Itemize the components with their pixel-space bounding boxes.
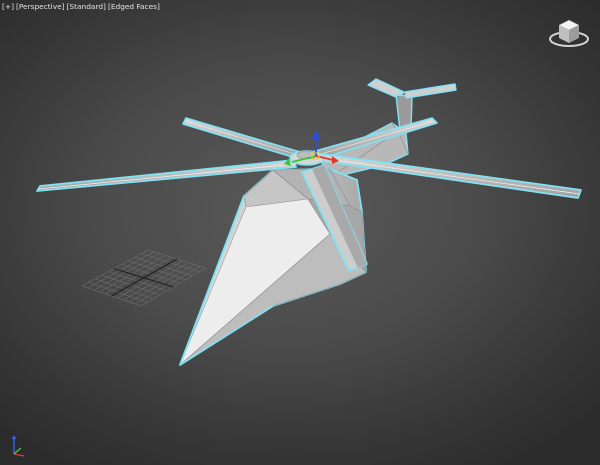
tail-rotor-blade — [404, 83, 457, 99]
axis-tripod-icon — [12, 435, 25, 457]
perspective-viewport[interactable]: [+] [Perspective] [Standard] [Edged Face… — [0, 0, 600, 465]
ground-grid — [81, 249, 207, 307]
scene-canvas[interactable] — [0, 0, 600, 465]
helicopter-model[interactable] — [36, 78, 582, 366]
viewcube-icon[interactable] — [546, 12, 592, 52]
